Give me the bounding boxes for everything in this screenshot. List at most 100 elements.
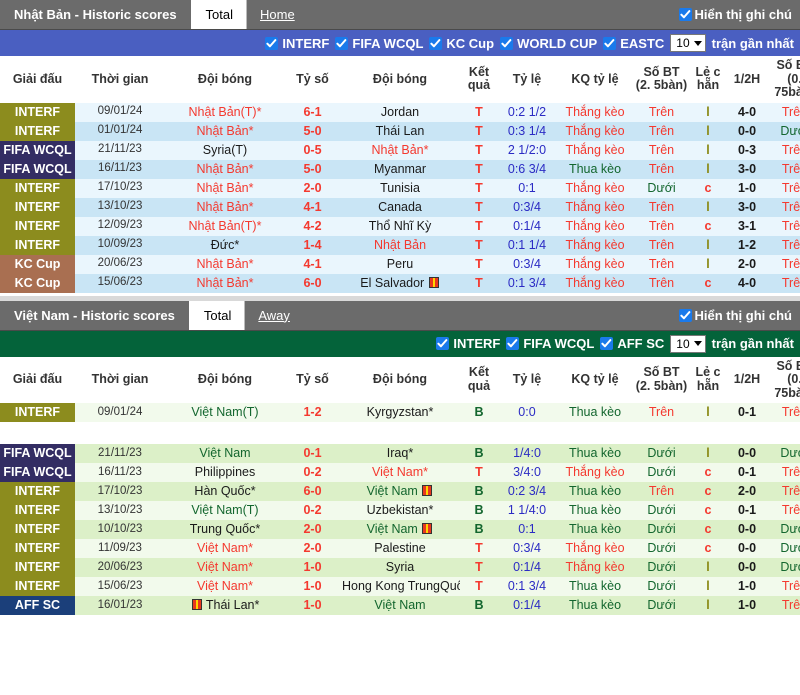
show-notes-toggle-japan[interactable]: Hiển thị ghi chú [678, 0, 800, 29]
filter-kc-cup[interactable]: KC Cup [429, 36, 494, 51]
table-row[interactable]: KC Cup 15/06/23 Nhật Bản* 6-0 El Salvador T0… [0, 273, 800, 293]
cell-home-team[interactable]: Thái Lan* [165, 596, 285, 615]
cell-home-team[interactable]: Nhật Bản(T)* [165, 216, 285, 236]
cell-away-team[interactable]: Hong Kong TrungQuốc [340, 577, 460, 596]
cell-away-team[interactable]: Uzbekistan* [340, 501, 460, 520]
cell-home-team[interactable]: Việt Nam(T) [165, 403, 285, 422]
checkbox-checked-icon[interactable] [678, 308, 692, 322]
table-row[interactable]: INTERF 17/10/23 Hàn Quốc* 6-0 Việt Nam B 0:2 … [0, 482, 800, 501]
cell-away-team[interactable]: Kyrgyzstan* [340, 403, 460, 422]
table-row[interactable]: INTERF 01/01/24 Nhật Bản* 5-0 Thái Lan T 0:3 1… [0, 121, 800, 141]
checkbox-checked-icon[interactable] [603, 36, 617, 50]
cell-home-team[interactable]: Nhật Bản* [165, 273, 285, 293]
table-row[interactable]: FIFA WCQL 16/11/23 Philippines 0-2 Việt Nam*… [0, 463, 800, 482]
filter-fifa-wcql[interactable]: FIFA WCQL [506, 336, 594, 351]
cell-away-team[interactable]: Palestine [340, 539, 460, 558]
cell-home-team[interactable]: Syria(T) [165, 140, 285, 160]
cell-away-team[interactable]: Syria [340, 558, 460, 577]
checkbox-checked-icon[interactable] [678, 8, 692, 21]
filter-world-cup[interactable]: WORLD CUP [500, 36, 597, 51]
table-row[interactable]: INTERF 15/06/23 Việt Nam* 1-0 Hong Kong Trun… [0, 577, 800, 596]
cell-away-team[interactable]: Canada [340, 197, 460, 217]
cell-odds-result: Thua kèo [556, 520, 634, 539]
cell-away-team[interactable]: El Salvador [340, 273, 460, 293]
column-header-7: KQ tỷ lệ [556, 356, 634, 403]
table-row[interactable]: INTERF 09/01/24 Việt Nam(T) 1-2 Kyrgyzstan* B… [0, 403, 800, 422]
cell-away-team[interactable]: Tunisia [340, 178, 460, 198]
cell-home-team[interactable]: Trung Quốc* [165, 520, 285, 539]
cell-away-team[interactable]: Peru [340, 254, 460, 274]
filter-aff-sc[interactable]: AFF SC [600, 336, 664, 351]
cell-home-team[interactable]: Nhật Bản* [165, 121, 285, 141]
filter-interf[interactable]: INTERF [265, 36, 329, 51]
table-row[interactable]: INTERF 10/10/23 Trung Quốc* 2-0 Việt Nam B 0:… [0, 520, 800, 539]
checkbox-checked-icon[interactable] [429, 36, 443, 50]
cell-away-team[interactable]: Iraq* [340, 444, 460, 463]
show-notes-label: Hiển thị ghi chú [694, 7, 793, 22]
cell-home-team[interactable]: Nhật Bản(T)* [165, 102, 285, 122]
column-header-10: 1/2H [727, 56, 767, 103]
table-row[interactable]: INTERF 13/10/23 Việt Nam(T) 0-2 Uzbekistan* B… [0, 501, 800, 520]
checkbox-checked-icon[interactable] [506, 337, 520, 350]
cell-home-team[interactable]: Việt Nam(T) [165, 501, 285, 520]
table-row[interactable]: INTERF 12/09/23 Nhật Bản(T)* 4-2 Thổ Nhĩ Kỳ T… [0, 216, 800, 236]
tab-total-vietnam[interactable]: Total [190, 300, 246, 330]
checkbox-checked-icon[interactable] [500, 36, 514, 50]
column-header-5: Kết quả [460, 356, 498, 403]
cell-odds-result: Thắng kèo [556, 197, 634, 217]
cell-home-team[interactable]: Nhật Bản* [165, 159, 285, 179]
cell-home-team[interactable]: Việt Nam* [165, 558, 285, 577]
cell-away-team[interactable]: Việt Nam* [340, 463, 460, 482]
table-row[interactable]: AFF SC 16/01/23 Thái Lan* 1-0 Việt Nam B 0:1/… [0, 596, 800, 615]
cell-home-team[interactable]: Philippines [165, 463, 285, 482]
checkbox-checked-icon[interactable] [265, 36, 279, 50]
cell-away-team[interactable]: Việt Nam [340, 596, 460, 615]
checkbox-checked-icon[interactable] [600, 337, 614, 350]
table-row[interactable]: FIFA WCQL 21/11/23 Syria(T) 0-5 Nhật Bản* T 2 … [0, 140, 800, 160]
tab-away-vietnam[interactable]: Away [245, 301, 303, 330]
cell-away-team[interactable]: Thổ Nhĩ Kỳ [340, 216, 460, 236]
cell-away-team[interactable]: Thái Lan [340, 121, 460, 141]
cell-home-team[interactable]: Việt Nam* [165, 577, 285, 596]
cell-away-team[interactable]: Việt Nam [340, 482, 460, 501]
table-row[interactable]: INTERF 10/09/23 Đức* 1-4 Nhật Bản T 0:1 1/4 Thắ… [0, 235, 800, 255]
table-row[interactable]: FIFA WCQL 21/11/23 Việt Nam 0-1 Iraq* B 1/4:0 T… [0, 444, 800, 463]
cell-score: 1-4 [285, 235, 340, 255]
table-row[interactable]: INTERF 20/06/23 Việt Nam* 1-0 Syria T 0:1/4 Thắ… [0, 558, 800, 577]
column-header-8: Số BT (2. 5bàn) [634, 56, 689, 103]
filter-fifa-wcql[interactable]: FIFA WCQL [335, 36, 423, 51]
cell-away-team[interactable]: Jordan [340, 102, 460, 122]
cell-home-team[interactable]: Hàn Quốc* [165, 482, 285, 501]
cell-over-under-075: Trên [767, 273, 800, 293]
table-row[interactable]: FIFA WCQL 16/11/23 Nhật Bản* 5-0 Myanmar T 0:6… [0, 159, 800, 179]
tab-total-japan[interactable]: Total [192, 0, 248, 29]
cell-home-team[interactable]: Đức* [165, 235, 285, 255]
cell-odds: 2 1/2:0 [498, 140, 556, 160]
match-count-select-vietnam[interactable]: 10 [670, 334, 706, 353]
checkbox-checked-icon[interactable] [335, 36, 349, 50]
cell-over-under-075: Trên [767, 102, 800, 122]
cell-odds: 0:1/4 [498, 216, 556, 236]
tab-home-japan[interactable]: Home [247, 0, 308, 29]
cell-away-team[interactable]: Nhật Bản* [340, 140, 460, 160]
cell-away-team[interactable]: Nhật Bản [340, 235, 460, 255]
cell-home-team[interactable]: Việt Nam [165, 444, 285, 463]
filter-eastc[interactable]: EASTC [603, 36, 664, 51]
cell-away-team[interactable]: Việt Nam [340, 520, 460, 539]
cell-home-team[interactable]: Nhật Bản* [165, 178, 285, 198]
cell-home-team[interactable]: Nhật Bản* [165, 197, 285, 217]
cell-away-team[interactable]: Myanmar [340, 159, 460, 179]
show-notes-toggle-vietnam[interactable]: Hiển thị ghi chú [678, 301, 800, 330]
cell-over-under-075: Trên [767, 596, 800, 615]
cell-home-team[interactable]: Nhật Bản* [165, 254, 285, 274]
table-row[interactable]: INTERF 11/09/23 Việt Nam* 2-0 Palestine T 0:3/… [0, 539, 800, 558]
filter-interf[interactable]: INTERF [436, 336, 500, 351]
cell-date: 13/10/23 [75, 501, 165, 520]
cell-home-team[interactable]: Việt Nam* [165, 539, 285, 558]
table-row[interactable]: INTERF 17/10/23 Nhật Bản* 2-0 Tunisia T 0:1 Thắ… [0, 178, 800, 198]
table-row[interactable]: KC Cup 20/06/23 Nhật Bản* 4-1 Peru T 0:3/4 Thắn… [0, 254, 800, 274]
checkbox-checked-icon[interactable] [436, 337, 450, 350]
table-row[interactable]: INTERF 09/01/24 Nhật Bản(T)* 6-1 Jordan T 0:2 … [0, 102, 800, 122]
match-count-select-japan[interactable]: 10 [670, 34, 706, 52]
table-row[interactable]: INTERF 13/10/23 Nhật Bản* 4-1 Canada T 0:3/4 Th… [0, 197, 800, 217]
